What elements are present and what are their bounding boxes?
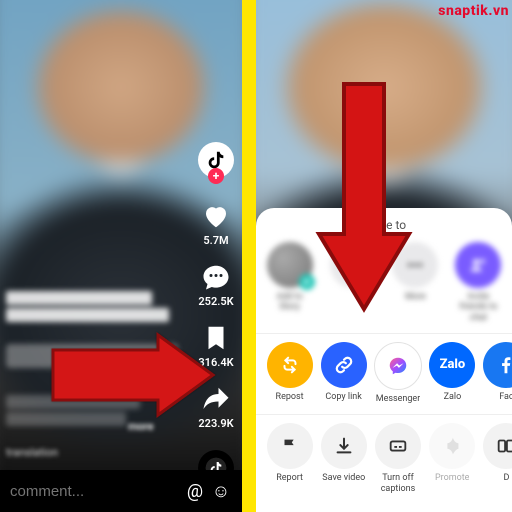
comment-icon <box>200 261 232 293</box>
share-row-apps: Repost Copy link Messenger Zalo Zalo Fac <box>256 338 512 410</box>
tiktok-video-panel: + 5.7M 252.5K 316.4K 223.9K <box>0 0 242 512</box>
link-icon <box>321 342 367 388</box>
share-search[interactable] <box>329 242 376 323</box>
action-report[interactable]: Report <box>266 423 313 494</box>
translation-label[interactable]: translation <box>6 446 58 459</box>
share-repost[interactable]: Repost <box>266 342 313 404</box>
share-row-actions: Report Save video Turn off captions Prom… <box>256 419 512 500</box>
flag-icon <box>267 423 313 469</box>
share-copy-link[interactable]: Copy link <box>320 342 367 404</box>
action-captions[interactable]: Turn off captions <box>374 423 421 494</box>
bookmark-count: 316.4K <box>198 356 233 369</box>
share-count: 223.9K <box>198 417 233 430</box>
share-button[interactable]: 223.9K <box>198 383 233 430</box>
share-zalo[interactable]: Zalo Zalo <box>429 342 476 404</box>
captions-icon <box>375 423 421 469</box>
tutorial-composite: + 5.7M 252.5K 316.4K 223.9K <box>0 0 512 512</box>
action-promote[interactable]: Promote <box>429 423 476 494</box>
share-sheet-title: Share to <box>256 218 512 238</box>
download-icon <box>321 423 367 469</box>
repost-icon <box>267 342 313 388</box>
separator-1 <box>256 333 512 334</box>
facebook-icon <box>483 342 512 388</box>
mention-icon[interactable]: @ <box>182 481 208 502</box>
music-bar[interactable] <box>6 344 178 368</box>
like-button[interactable]: 5.7M <box>200 200 232 247</box>
zalo-icon: Zalo <box>429 342 475 388</box>
share-messenger[interactable]: Messenger <box>374 342 422 404</box>
search-icon <box>330 242 376 288</box>
comment-bar: @ ☺ <box>0 470 242 512</box>
watermark: snaptik.vn <box>438 3 509 19</box>
heart-icon <box>200 200 232 232</box>
action-save-video[interactable]: Save video <box>320 423 367 494</box>
share-row-contacts: Add to Story More Invite friends to chat <box>256 238 512 329</box>
promote-icon <box>429 423 475 469</box>
comment-button[interactable]: 252.5K <box>198 261 233 308</box>
duet-icon <box>483 423 512 469</box>
share-icon <box>200 383 232 415</box>
add-to-story-icon <box>267 242 313 288</box>
comment-count: 252.5K <box>198 295 233 308</box>
invite-friends-icon <box>455 242 501 288</box>
author-avatar[interactable]: + <box>198 142 234 178</box>
like-count: 5.7M <box>203 234 228 247</box>
caption-line-1 <box>6 288 178 325</box>
share-sheet-panel: snaptik.vn Share to Add to Story More <box>256 0 512 512</box>
bookmark-button[interactable]: 316.4K <box>198 322 233 369</box>
follow-plus-icon[interactable]: + <box>208 168 224 184</box>
share-more-contacts[interactable]: More <box>392 242 439 323</box>
messenger-icon <box>374 342 422 390</box>
share-add-to-story[interactable]: Add to Story <box>266 242 313 323</box>
share-facebook[interactable]: Fac <box>483 342 512 404</box>
action-rail: + 5.7M 252.5K 316.4K 223.9K <box>198 142 234 486</box>
share-sheet: Share to Add to Story More Invite fri <box>256 208 512 512</box>
ellipsis-icon <box>392 242 438 288</box>
comment-input[interactable] <box>8 482 182 501</box>
caption-more[interactable]: more <box>128 420 154 433</box>
separator-2 <box>256 414 512 415</box>
action-duet[interactable]: D <box>483 423 512 494</box>
bookmark-icon <box>200 322 232 354</box>
panel-divider <box>242 0 256 512</box>
emoji-icon[interactable]: ☺ <box>208 481 234 502</box>
share-invite-friends[interactable]: Invite friends to chat <box>455 242 502 323</box>
